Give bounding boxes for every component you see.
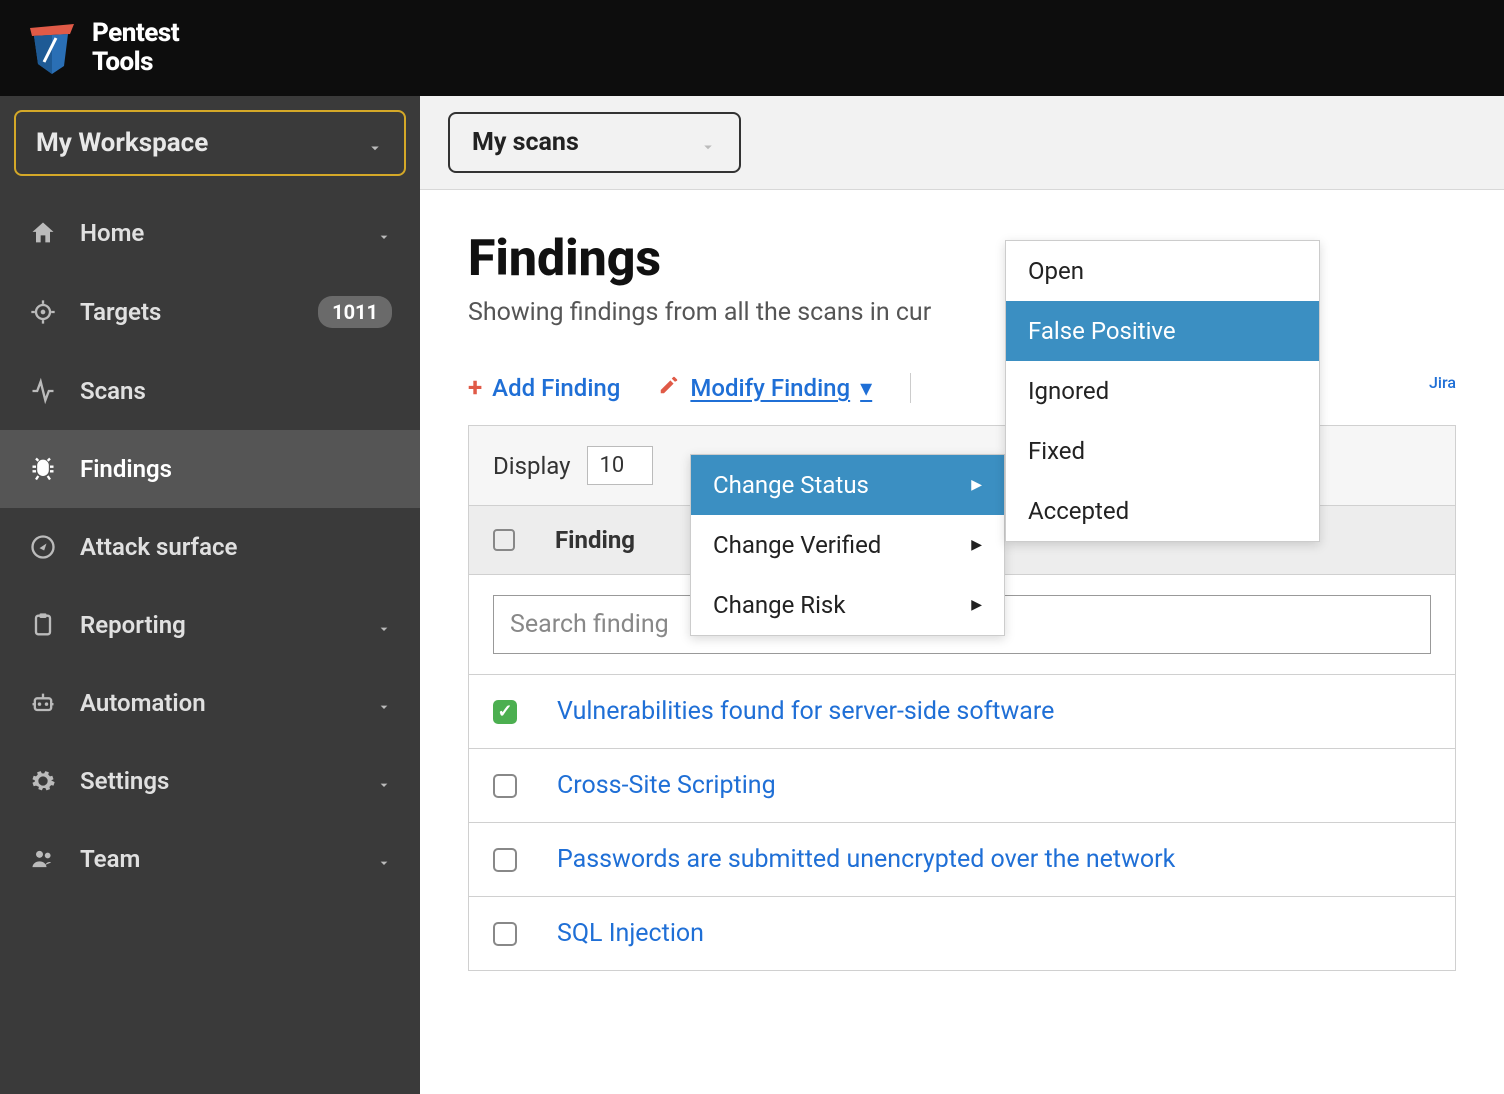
status-option-ignored[interactable]: Ignored: [1006, 361, 1319, 421]
menu-item-label: Change Verified: [713, 531, 881, 559]
chevron-right-icon: ▶: [971, 477, 982, 493]
sidebar-item-label: Attack surface: [80, 533, 392, 561]
content-topbar: My scans: [420, 96, 1504, 190]
modify-finding-menu: Change Status ▶ Change Verified ▶ Change…: [690, 454, 1005, 636]
menu-item-change-verified[interactable]: Change Verified ▶: [691, 515, 1004, 575]
status-label: Ignored: [1028, 377, 1109, 405]
row-checkbox[interactable]: [493, 700, 517, 724]
sidebar-item-automation[interactable]: Automation: [0, 664, 420, 742]
change-status-submenu: Open False Positive Ignored Fixed Accept…: [1005, 240, 1320, 542]
display-label: Display: [493, 452, 571, 480]
sidebar-item-label: Scans: [80, 377, 392, 405]
sidebar-item-settings[interactable]: Settings: [0, 742, 420, 820]
gear-icon: [28, 766, 58, 796]
sidebar: My Workspace Home Targets 1011 Scans Fin…: [0, 96, 420, 1094]
chevron-down-icon: [376, 850, 392, 868]
status-option-false-positive[interactable]: False Positive: [1006, 301, 1319, 361]
chevron-right-icon: ▶: [971, 597, 982, 613]
shield-logo-icon: [24, 20, 80, 76]
sidebar-item-team[interactable]: Team: [0, 820, 420, 898]
status-label: Open: [1028, 257, 1084, 285]
chevron-down-icon: [376, 616, 392, 634]
menu-item-label: Change Status: [713, 471, 869, 499]
status-option-accepted[interactable]: Accepted: [1006, 481, 1319, 541]
robot-icon: [28, 688, 58, 718]
select-all-checkbox[interactable]: [493, 529, 515, 551]
targets-count-badge: 1011: [318, 296, 392, 328]
sidebar-item-label: Team: [80, 845, 354, 873]
sidebar-item-reporting[interactable]: Reporting: [0, 586, 420, 664]
add-finding-label: Add Finding: [492, 374, 620, 402]
display-count-select[interactable]: 10: [587, 446, 654, 485]
sidebar-item-label: Home: [80, 219, 354, 247]
status-option-fixed[interactable]: Fixed: [1006, 421, 1319, 481]
menu-item-change-status[interactable]: Change Status ▶: [691, 455, 1004, 515]
compass-icon: [28, 532, 58, 562]
modify-finding-button[interactable]: Modify Finding ▾: [658, 374, 872, 402]
workspace-label: My Workspace: [36, 128, 208, 158]
finding-row: Cross-Site Scripting: [468, 749, 1456, 823]
status-label: False Positive: [1028, 317, 1176, 345]
menu-item-label: Change Risk: [713, 591, 845, 619]
people-icon: [28, 844, 58, 874]
sidebar-item-label: Reporting: [80, 611, 354, 639]
plus-icon: +: [468, 373, 482, 403]
sidebar-item-scans[interactable]: Scans: [0, 352, 420, 430]
target-icon: [28, 297, 58, 327]
sidebar-item-label: Automation: [80, 689, 354, 717]
sidebar-item-home[interactable]: Home: [0, 194, 420, 272]
sidebar-item-label: Settings: [80, 767, 354, 795]
add-finding-button[interactable]: + Add Finding: [468, 373, 620, 403]
sidebar-item-label: Findings: [80, 455, 392, 483]
brand-line2: Tools: [92, 48, 179, 77]
brand-text: Pentest Tools: [92, 19, 179, 76]
brand-line1: Pentest: [92, 19, 179, 48]
caret-down-icon: ▾: [860, 374, 872, 402]
finding-link[interactable]: Passwords are submitted unencrypted over…: [557, 845, 1175, 874]
row-checkbox[interactable]: [493, 922, 517, 946]
row-checkbox[interactable]: [493, 774, 517, 798]
chevron-right-icon: ▶: [971, 537, 982, 553]
scans-selector[interactable]: My scans: [448, 112, 741, 173]
finding-link[interactable]: Vulnerabilities found for server-side so…: [557, 697, 1054, 726]
app-header: Pentest Tools: [0, 0, 1504, 96]
status-label: Fixed: [1028, 437, 1085, 465]
toolbar-divider: [910, 373, 911, 403]
column-header-finding: Finding: [555, 526, 635, 554]
jira-link[interactable]: Jira: [1429, 373, 1456, 392]
status-label: Accepted: [1028, 497, 1129, 525]
scans-selector-label: My scans: [472, 128, 579, 157]
finding-row: Passwords are submitted unencrypted over…: [468, 823, 1456, 897]
chevron-down-icon: [376, 694, 392, 712]
display-value: 10: [600, 453, 625, 478]
sidebar-item-targets[interactable]: Targets 1011: [0, 272, 420, 352]
activity-icon: [28, 376, 58, 406]
finding-link[interactable]: Cross-Site Scripting: [557, 771, 776, 800]
modify-finding-label: Modify Finding: [690, 374, 850, 402]
edit-icon: [658, 374, 680, 402]
workspace-selector[interactable]: My Workspace: [14, 110, 406, 176]
sidebar-item-attack-surface[interactable]: Attack surface: [0, 508, 420, 586]
bug-icon: [28, 454, 58, 484]
finding-row: Vulnerabilities found for server-side so…: [468, 675, 1456, 749]
clipboard-icon: [28, 610, 58, 640]
status-option-open[interactable]: Open: [1006, 241, 1319, 301]
chevron-down-icon: [376, 224, 392, 242]
finding-row: SQL Injection: [468, 897, 1456, 971]
menu-item-change-risk[interactable]: Change Risk ▶: [691, 575, 1004, 635]
chevron-down-icon: [376, 772, 392, 790]
brand-logo: Pentest Tools: [24, 19, 179, 76]
sidebar-item-label: Targets: [80, 298, 296, 326]
chevron-down-icon: [699, 134, 717, 152]
chevron-down-icon: [366, 134, 384, 152]
sidebar-item-findings[interactable]: Findings: [0, 430, 420, 508]
row-checkbox[interactable]: [493, 848, 517, 872]
sidebar-nav: Home Targets 1011 Scans Findings Attack …: [0, 194, 420, 1094]
home-icon: [28, 218, 58, 248]
finding-link[interactable]: SQL Injection: [557, 919, 704, 948]
